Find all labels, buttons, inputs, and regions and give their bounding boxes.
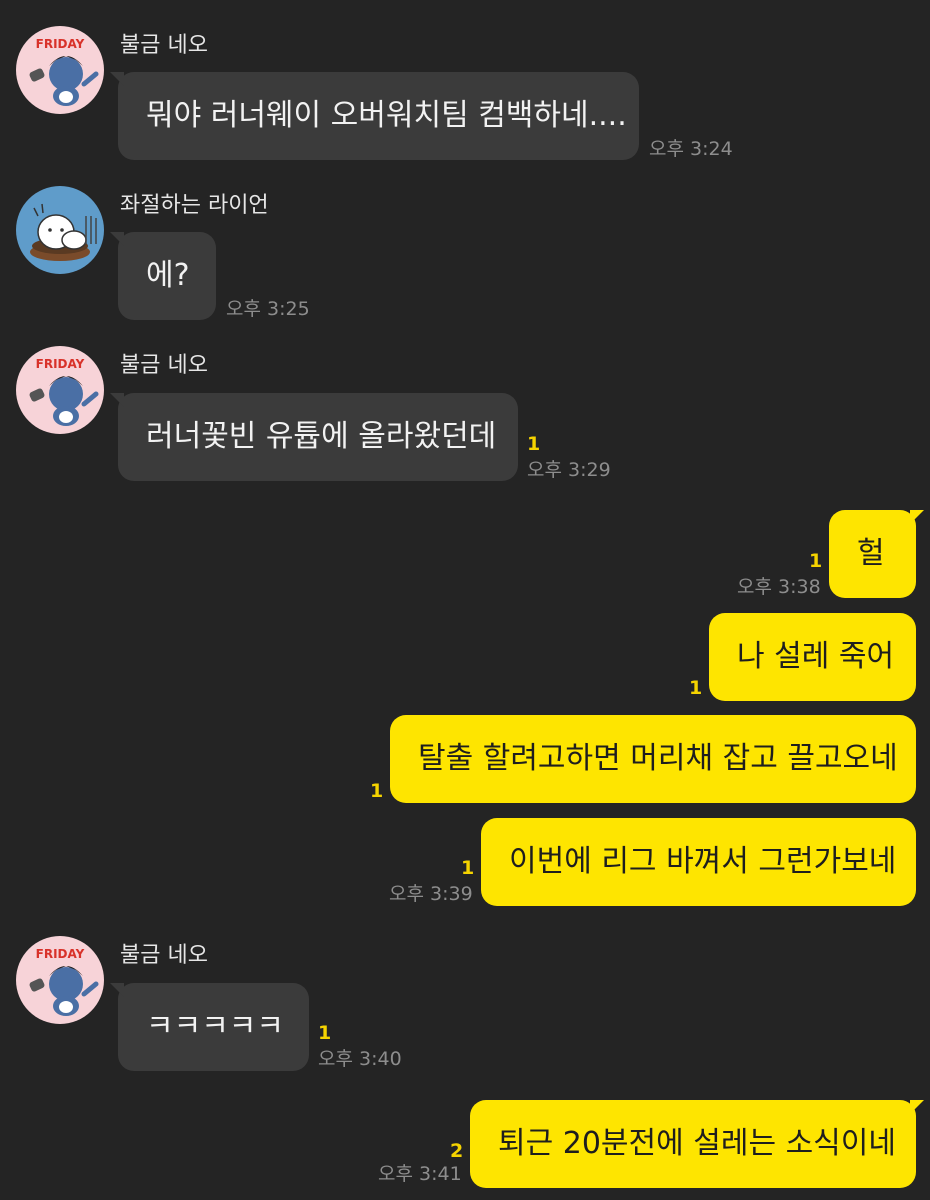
avatar-neo-icon[interactable]: FRIDAY xyxy=(16,26,104,114)
message-time: 오후 3:39 xyxy=(389,883,473,905)
unread-count: 1 xyxy=(809,550,823,572)
svg-text:FRIDAY: FRIDAY xyxy=(36,357,85,371)
unread-count: 1 xyxy=(527,433,541,455)
message-bubble-outgoing[interactable]: 나 설레 죽어 xyxy=(709,613,916,701)
sender-name: 좌절하는 라이언 xyxy=(120,193,269,218)
unread-count: 2 xyxy=(450,1140,464,1162)
message-bubble-incoming[interactable]: 뭐야 러너웨이 오버워치팀 컴백하네.... xyxy=(110,72,639,160)
sender-name: 불금 네오 xyxy=(120,353,208,378)
message-time: 오후 3:25 xyxy=(226,298,310,320)
avatar-neo-icon[interactable]: FRIDAY xyxy=(16,346,104,434)
chat-room: FRIDAY 불금 네오 뭐야 러너웨이 오버워치팀 컴백하네.... 오후 3… xyxy=(0,0,930,1200)
sender-name: 불금 네오 xyxy=(120,33,208,58)
message-bubble-incoming[interactable]: ㅋㅋㅋㅋㅋ xyxy=(110,983,309,1071)
svg-text:FRIDAY: FRIDAY xyxy=(36,37,85,51)
message-time: 오후 3:24 xyxy=(649,138,733,160)
unread-count: 1 xyxy=(461,857,475,879)
message-bubble-incoming[interactable]: 러너꽃빈 유튭에 올라왔던데 xyxy=(110,393,518,481)
message-time: 오후 3:41 xyxy=(378,1163,462,1185)
avatar-neo-icon[interactable]: FRIDAY xyxy=(16,936,104,1024)
message-bubble-outgoing[interactable]: 이번에 리그 바껴서 그런가보네 xyxy=(481,818,916,906)
svg-text:FRIDAY: FRIDAY xyxy=(36,947,85,961)
unread-count: 1 xyxy=(689,677,703,699)
sender-name: 불금 네오 xyxy=(120,943,208,968)
message-time: 오후 3:40 xyxy=(318,1048,402,1070)
message-bubble-incoming[interactable]: 에? xyxy=(110,232,216,320)
message-time: 오후 3:29 xyxy=(527,459,611,481)
message-bubble-outgoing[interactable]: 헐 xyxy=(829,510,924,598)
message-time: 오후 3:38 xyxy=(737,576,821,598)
message-bubble-outgoing[interactable]: 퇴근 20분전에 설레는 소식이네 xyxy=(470,1100,924,1188)
unread-count: 1 xyxy=(318,1022,332,1044)
avatar-ryan-icon[interactable] xyxy=(16,186,104,274)
message-bubble-outgoing[interactable]: 탈출 할려고하면 머리채 잡고 끌고오네 xyxy=(390,715,916,803)
unread-count: 1 xyxy=(370,780,384,802)
